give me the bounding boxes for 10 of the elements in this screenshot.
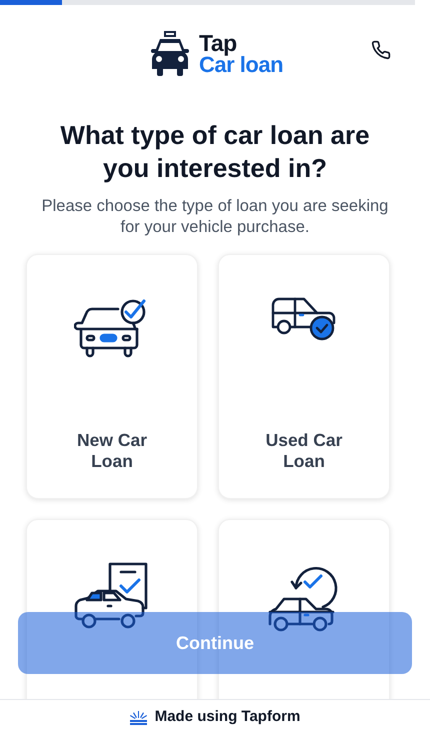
brand-name: Tap (198, 32, 238, 54)
loan-option-card[interactable]: Used Car Loan (218, 254, 390, 499)
phone-icon (371, 40, 391, 60)
footer-credit: Made using Tapform (154, 707, 300, 728)
car-check-icon (271, 297, 337, 341)
loan-option-card[interactable]: New Car Loan (26, 254, 198, 499)
tapform-logo-icon (130, 710, 147, 724)
question-title: What type of car loan are you interested in? (59, 119, 371, 185)
question-subtitle: Please choose the type of loan you are seeking for your vehicle purchase. (40, 196, 390, 238)
phone-button[interactable] (370, 39, 392, 61)
